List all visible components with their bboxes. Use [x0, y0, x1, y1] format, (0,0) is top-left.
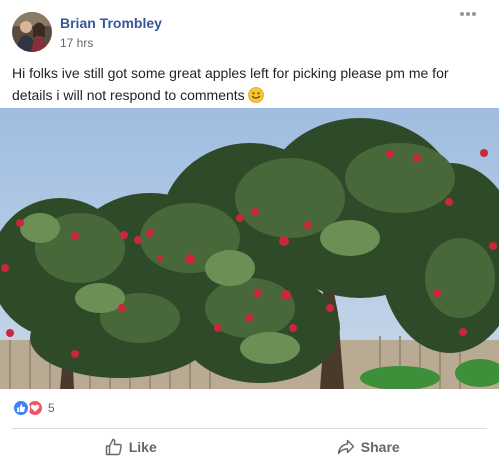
- actions-divider: [12, 428, 487, 429]
- share-arrow-icon: [337, 439, 354, 455]
- avatar[interactable]: [12, 12, 52, 52]
- share-button[interactable]: Share: [250, 432, 488, 462]
- post-message: Hi folks ive still got some great apples…: [12, 62, 482, 109]
- smiley-emoji-icon: [247, 87, 264, 109]
- post-header: Brian Trombley 17 hrs: [12, 12, 452, 52]
- reaction-count: 5: [48, 401, 55, 415]
- like-button-label: Like: [128, 439, 157, 455]
- post-photo-apple-tree[interactable]: [0, 108, 499, 389]
- reactions-summary[interactable]: 5: [12, 399, 55, 417]
- post-card: Brian Trombley 17 hrs Hi folks ive still…: [0, 0, 499, 463]
- post-options-icon[interactable]: [458, 8, 478, 20]
- author-name[interactable]: Brian Trombley: [60, 15, 162, 31]
- post-actions: Like Share: [12, 432, 487, 462]
- share-button-label: Share: [360, 439, 400, 455]
- post-message-text: Hi folks ive still got some great apples…: [12, 65, 449, 103]
- post-timestamp[interactable]: 17 hrs: [60, 36, 93, 50]
- thumbs-up-icon: [105, 438, 122, 456]
- like-button[interactable]: Like: [12, 432, 250, 462]
- like-reaction-icon: [12, 399, 30, 417]
